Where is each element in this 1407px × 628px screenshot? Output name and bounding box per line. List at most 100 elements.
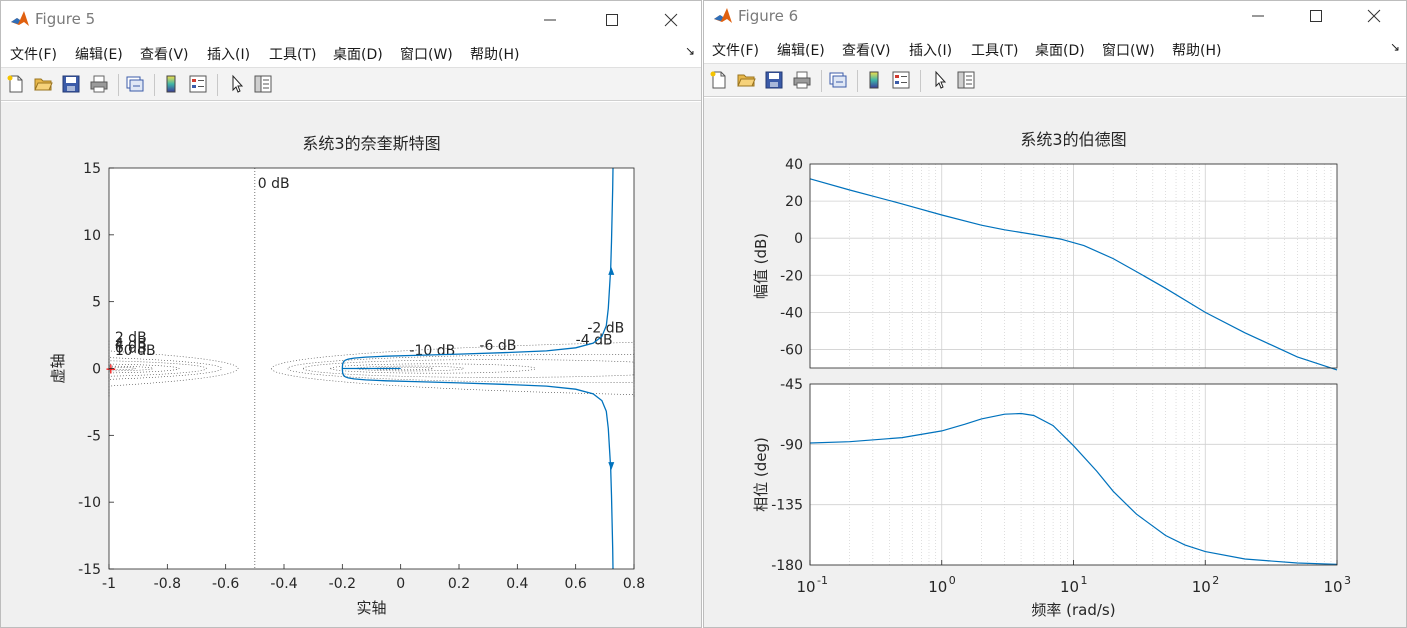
menu-file[interactable]: 文件(F)	[712, 40, 759, 60]
m-circle-label: 10 dB	[115, 343, 156, 359]
toolbar-separator	[821, 70, 822, 92]
chart-title: 系统3的伯德图	[1020, 130, 1126, 149]
title-bar[interactable]: Figure 6	[704, 1, 1406, 39]
x-tick-label: -0.6	[212, 576, 239, 592]
x-tick-exponent: -1	[817, 574, 828, 587]
x-tick-label: 10	[796, 578, 815, 596]
x-tick-exponent: 3	[1344, 574, 1351, 587]
title-bar[interactable]: Figure 5	[1, 1, 701, 39]
menu-insert[interactable]: 插入(I)	[207, 44, 250, 64]
dock-arrow-icon[interactable]: ↘	[685, 44, 695, 58]
y-tick-label: 20	[785, 194, 803, 210]
y-tick-label: 0	[92, 362, 101, 378]
close-button[interactable]	[651, 7, 691, 33]
matlab-icon	[11, 11, 29, 26]
close-button[interactable]	[1354, 3, 1394, 29]
dock-arrow-icon[interactable]: ↘	[1390, 40, 1400, 54]
y-tick-label: -20	[780, 268, 803, 284]
x-tick-label: 10	[928, 578, 947, 596]
window-title: Figure 5	[35, 10, 96, 28]
menu-edit[interactable]: 编辑(E)	[75, 44, 123, 64]
chart-title: 系统3的奈奎斯特图	[302, 134, 440, 153]
toolbar-separator	[857, 70, 858, 92]
open-folder-icon[interactable]	[33, 74, 53, 94]
toolbar-separator	[118, 74, 119, 96]
menu-desktop[interactable]: 桌面(D)	[333, 44, 383, 64]
toolbar-separator	[217, 74, 218, 96]
phase-axis-label: 相位 (deg)	[752, 437, 770, 512]
minimize-button[interactable]	[1238, 3, 1278, 29]
x-tick-exponent: 1	[1081, 574, 1088, 587]
m-circle-label: -10 dB	[409, 343, 455, 359]
insert-legend-icon[interactable]	[891, 70, 911, 90]
menu-insert[interactable]: 插入(I)	[909, 40, 952, 60]
print-icon[interactable]	[792, 70, 812, 90]
figure-canvas: -60 -40 -20 0 20 40 幅值 (dB) -180 -135 -90 -45 相位 (d…	[704, 98, 1406, 627]
insert-legend-icon[interactable]	[188, 74, 208, 94]
figure-5-window: Figure 5 文件(F) 编辑(E) 查看(V) 插入(I) 工具(T) 桌…	[0, 0, 702, 628]
maximize-button[interactable]	[592, 7, 632, 33]
save-icon[interactable]	[764, 70, 784, 90]
property-inspector-icon[interactable]	[253, 74, 273, 94]
print-icon[interactable]	[89, 74, 109, 94]
minimize-button[interactable]	[530, 7, 570, 33]
x-tick-label: -1	[102, 576, 116, 592]
insert-colorbar-icon[interactable]	[864, 70, 884, 90]
figure-canvas: 0 dB 2 dB 4 dB 6 dB 10 dB -10 dB -6 dB -4 dB -2 …	[1, 102, 701, 627]
y-tick-label: -10	[78, 495, 101, 511]
window-title: Figure 6	[738, 7, 799, 25]
x-tick-exponent: 0	[949, 574, 956, 587]
pointer-icon[interactable]	[227, 74, 247, 94]
menu-file[interactable]: 文件(F)	[10, 44, 57, 64]
x-tick-label: 0.2	[448, 576, 470, 592]
x-tick-label: 10	[1060, 578, 1079, 596]
figure-toolbar	[704, 63, 1406, 97]
menu-view[interactable]: 查看(V)	[140, 44, 189, 64]
matlab-icon	[714, 8, 732, 23]
maximize-button[interactable]	[1296, 3, 1336, 29]
y-axis-label: 虚轴	[49, 353, 67, 383]
menu-view[interactable]: 查看(V)	[842, 40, 891, 60]
menu-edit[interactable]: 编辑(E)	[777, 40, 825, 60]
new-file-icon[interactable]	[709, 70, 729, 90]
x-tick-label: 0.8	[623, 576, 645, 592]
menu-help[interactable]: 帮助(H)	[470, 44, 519, 64]
x-axis-label: 频率 (rad/s)	[1031, 601, 1115, 619]
y-tick-label: 10	[83, 228, 101, 244]
pointer-icon[interactable]	[930, 70, 950, 90]
menu-tools[interactable]: 工具(T)	[971, 40, 1018, 60]
x-tick-label: 0.4	[506, 576, 528, 592]
link-figure-icon[interactable]	[125, 74, 145, 94]
menu-desktop[interactable]: 桌面(D)	[1035, 40, 1085, 60]
bode-plot: -60-40-2002040幅值 (dB)-180-135-90-45相位 (d…	[752, 130, 1351, 619]
x-tick-label: -0.2	[329, 576, 356, 592]
toolbar-separator	[920, 70, 921, 92]
x-tick-label: 0.6	[565, 576, 587, 592]
menu-window[interactable]: 窗口(W)	[1102, 40, 1155, 60]
y-tick-label: -40	[780, 305, 803, 321]
x-tick-label: -0.4	[270, 576, 297, 592]
property-inspector-icon[interactable]	[956, 70, 976, 90]
y-tick-label: -15	[78, 562, 101, 578]
x-tick-label: 10	[1323, 578, 1342, 596]
menu-bar: 文件(F) 编辑(E) 查看(V) 插入(I) 工具(T) 桌面(D) 窗口(W…	[704, 35, 1406, 63]
menu-help[interactable]: 帮助(H)	[1172, 40, 1221, 60]
open-folder-icon[interactable]	[736, 70, 756, 90]
menu-window[interactable]: 窗口(W)	[400, 44, 453, 64]
menu-tools[interactable]: 工具(T)	[269, 44, 316, 64]
y-tick-label: -180	[771, 558, 803, 574]
x-tick-label: 0	[396, 576, 405, 592]
x-tick-label: 10	[1192, 578, 1211, 596]
x-tick-exponent: 2	[1212, 574, 1219, 587]
critical-point-marker: +	[105, 362, 117, 378]
y-tick-label: 15	[83, 161, 101, 177]
figure-6-window: Figure 6 文件(F) 编辑(E) 查看(V) 插入(I) 工具(T) 桌…	[703, 0, 1407, 628]
magnitude-axis-label: 幅值 (dB)	[752, 233, 770, 299]
m-circle-label: -6 dB	[479, 338, 516, 354]
new-file-icon[interactable]	[6, 74, 26, 94]
insert-colorbar-icon[interactable]	[161, 74, 181, 94]
link-figure-icon[interactable]	[828, 70, 848, 90]
y-tick-label: -5	[87, 428, 101, 444]
x-tick-label: -0.8	[154, 576, 181, 592]
save-icon[interactable]	[61, 74, 81, 94]
